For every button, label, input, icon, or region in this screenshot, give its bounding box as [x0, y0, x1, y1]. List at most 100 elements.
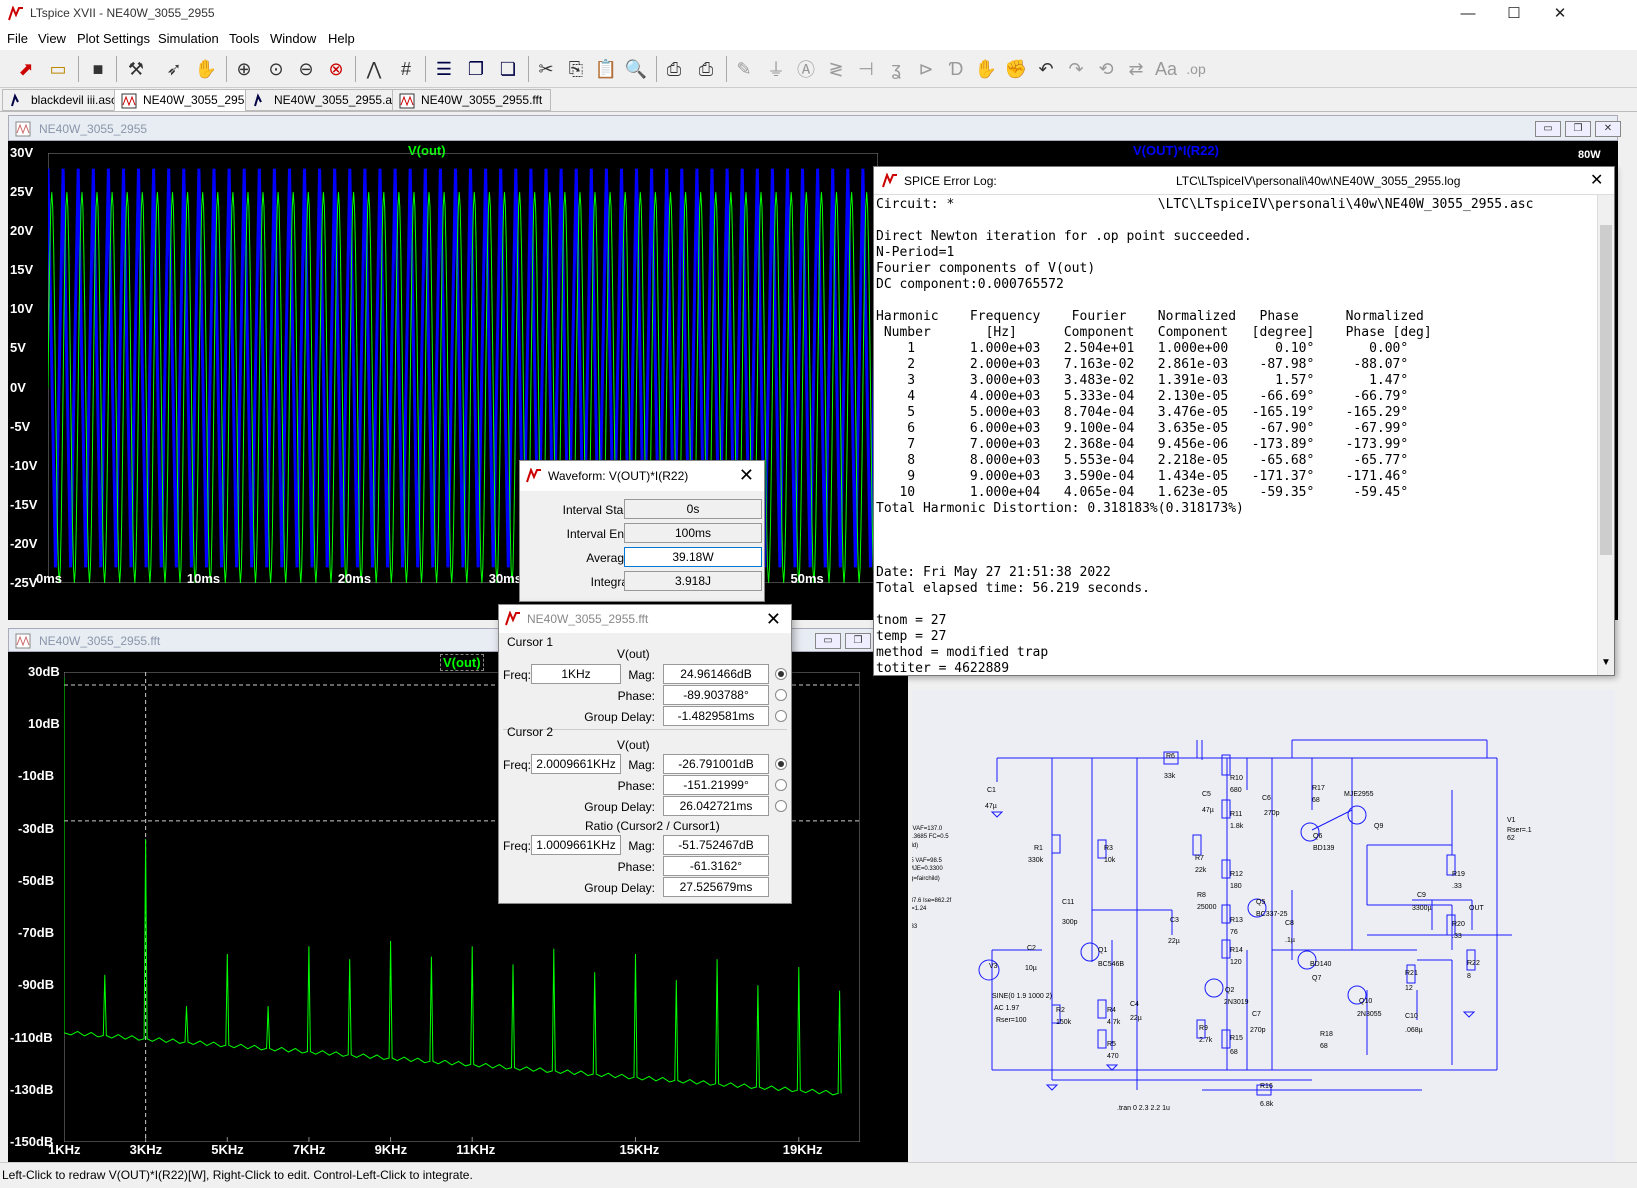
cursor2-gd-radio[interactable]: [775, 800, 787, 812]
ratio-mag-field[interactable]: -51.752467dB: [663, 835, 769, 855]
trace-label-fft-vout[interactable]: V(out): [440, 654, 484, 671]
cascade-icon[interactable]: ❐: [462, 55, 490, 83]
menu-tools[interactable]: Tools: [229, 31, 259, 46]
schematic-view[interactable]: R6 33k R10 680 C5 47µ C6 270p R17 68 MJE2955 C1 47µ R…: [882, 690, 1615, 1162]
run-icon[interactable]: ➶: [160, 55, 188, 83]
cursor2-group-delay-field[interactable]: 26.042721ms: [663, 796, 769, 816]
move-icon[interactable]: ✋: [972, 55, 1000, 83]
drag-icon[interactable]: ✊: [1002, 55, 1030, 83]
close-button[interactable]: ✕: [1537, 0, 1583, 28]
diode-icon[interactable]: ⊳: [912, 55, 940, 83]
ratio-phase-field[interactable]: -61.3162°: [663, 856, 769, 876]
find-icon[interactable]: 🔍: [622, 55, 650, 83]
plot1-restore-button[interactable]: ❐: [1565, 121, 1591, 137]
error-log-scrollbar[interactable]: ▼: [1597, 195, 1614, 675]
redo-icon[interactable]: ↷: [1062, 55, 1090, 83]
capacitor-icon[interactable]: ⊣: [852, 55, 880, 83]
menu-plot-settings[interactable]: Plot Settings: [77, 31, 150, 46]
print-icon[interactable]: ⎙: [660, 55, 688, 83]
tab-waveform[interactable]: NE40W_3055_2955: [114, 89, 261, 111]
tile-horizontal-icon[interactable]: ☰: [430, 55, 458, 83]
component-label: 680: [1230, 787, 1242, 794]
plot2-restore-button[interactable]: ❐: [845, 633, 871, 649]
autorange-icon[interactable]: ⋀: [360, 55, 388, 83]
cursor1-gd-radio[interactable]: [775, 710, 787, 722]
cursor2-mag-radio[interactable]: [775, 758, 787, 770]
tab-schematic[interactable]: NE40W_3055_2955.asc: [245, 89, 414, 111]
trace-label-power[interactable]: V(OUT)*I(R22): [1133, 143, 1219, 158]
ratio-group-delay-field[interactable]: 27.525679ms: [663, 877, 769, 897]
save-icon[interactable]: ■: [84, 55, 112, 83]
cursor1-mag-field[interactable]: 24.961466dB: [663, 664, 769, 684]
interval-start-field[interactable]: 0s: [624, 499, 762, 519]
component-label: BD140: [1310, 961, 1332, 968]
cursor1-mag-radio[interactable]: [775, 668, 787, 680]
inductor-icon[interactable]: ʓ: [882, 55, 910, 83]
cursor1-group-delay-field[interactable]: -1.4829581ms: [663, 706, 769, 726]
zoom-to-fit-icon[interactable]: ⊙: [262, 55, 290, 83]
undo-icon[interactable]: ↶: [1032, 55, 1060, 83]
tab-blackdevil[interactable]: blackdevil iii.asc: [2, 89, 127, 111]
grid-icon[interactable]: #: [392, 55, 420, 83]
error-log-close-button[interactable]: ✕: [1590, 170, 1603, 190]
menu-view[interactable]: View: [38, 31, 66, 46]
component-label: 68: [1312, 797, 1320, 804]
average-field[interactable]: 39.18W: [624, 547, 762, 567]
scrollbar-thumb[interactable]: [1600, 225, 1612, 555]
component-label: 25000: [1197, 904, 1217, 911]
spice-directive-icon[interactable]: .op: [1182, 55, 1210, 83]
component-label: R18: [1320, 1031, 1333, 1038]
menu-help[interactable]: Help: [328, 31, 355, 46]
scroll-down-icon[interactable]: ▼: [1601, 657, 1611, 668]
wire-icon[interactable]: ✎: [730, 55, 758, 83]
dialog-close-button[interactable]: ✕: [766, 609, 781, 630]
cursor2-phase-field[interactable]: -151.21999°: [663, 775, 769, 795]
interval-end-field[interactable]: 100ms: [624, 523, 762, 543]
plot1-minimize-button[interactable]: ▭: [1535, 121, 1561, 137]
component-label: R13: [1230, 917, 1243, 924]
interval-end-label: Interval End:: [566, 527, 634, 541]
cursor2-mag-field[interactable]: -26.791001dB: [663, 754, 769, 774]
copy-icon[interactable]: ⎘: [562, 55, 590, 83]
menu-window[interactable]: Window: [270, 31, 316, 46]
open-icon[interactable]: ▭: [44, 55, 72, 83]
dialog-close-button[interactable]: ✕: [739, 465, 754, 486]
ratio-freq-field[interactable]: 1.0009661KHz: [531, 835, 621, 855]
tab-fft[interactable]: NE40W_3055_2955.fft: [392, 89, 552, 111]
control-panel-icon[interactable]: ⚒: [122, 55, 150, 83]
tile-vertical-icon[interactable]: ❏: [494, 55, 522, 83]
plot1-close-button[interactable]: ✕: [1595, 121, 1621, 137]
plot2-minimize-button[interactable]: ▭: [815, 633, 841, 649]
text-icon[interactable]: Aa: [1152, 55, 1180, 83]
cursor1-freq-field[interactable]: 1KHz: [531, 664, 621, 684]
cursor1-phase-radio[interactable]: [775, 689, 787, 701]
paste-icon[interactable]: 📋: [592, 55, 620, 83]
halt-icon[interactable]: ✋: [192, 55, 220, 83]
model-text: =0.67412 MJE=0.3300: [912, 866, 943, 872]
cursor2-phase-radio[interactable]: [775, 779, 787, 791]
zoom-in-icon[interactable]: ⊕: [230, 55, 258, 83]
cut-icon[interactable]: ✂: [532, 55, 560, 83]
print-setup-icon[interactable]: ⎙: [692, 55, 720, 83]
cursor1-phase-field[interactable]: -89.903788°: [663, 685, 769, 705]
zoom-out-icon[interactable]: ⊖: [292, 55, 320, 83]
resistor-icon[interactable]: ≷: [822, 55, 850, 83]
component-icon[interactable]: Ɗ: [942, 55, 970, 83]
ground-icon[interactable]: ⏚: [762, 55, 790, 83]
cursor2-freq-field[interactable]: 2.0009661KHz: [531, 754, 621, 774]
mirror-icon[interactable]: ⇄: [1122, 55, 1150, 83]
plot1-title-bar: NE40W_3055_2955 ▭ ❐ ✕: [8, 115, 1621, 141]
integral-field[interactable]: 3.918J: [624, 571, 762, 591]
cursor2-label: Cursor 2: [507, 725, 554, 739]
label-icon[interactable]: Ⓐ: [792, 55, 820, 83]
component-label: R8: [1197, 892, 1206, 899]
menu-file[interactable]: File: [7, 31, 28, 46]
rotate-icon[interactable]: ⟲: [1092, 55, 1120, 83]
maximize-button[interactable]: ☐: [1491, 0, 1537, 28]
minimize-button[interactable]: —: [1445, 0, 1491, 28]
schematic-drawing[interactable]: R633k R10680C547µC6270pR1768MJE2955C147µR…: [882, 690, 1615, 1162]
new-schematic-icon[interactable]: ⬈: [12, 55, 40, 83]
component-label: 22µ: [1168, 938, 1180, 945]
zoom-cancel-icon[interactable]: ⊗: [322, 55, 350, 83]
menu-simulation[interactable]: Simulation: [158, 31, 219, 46]
